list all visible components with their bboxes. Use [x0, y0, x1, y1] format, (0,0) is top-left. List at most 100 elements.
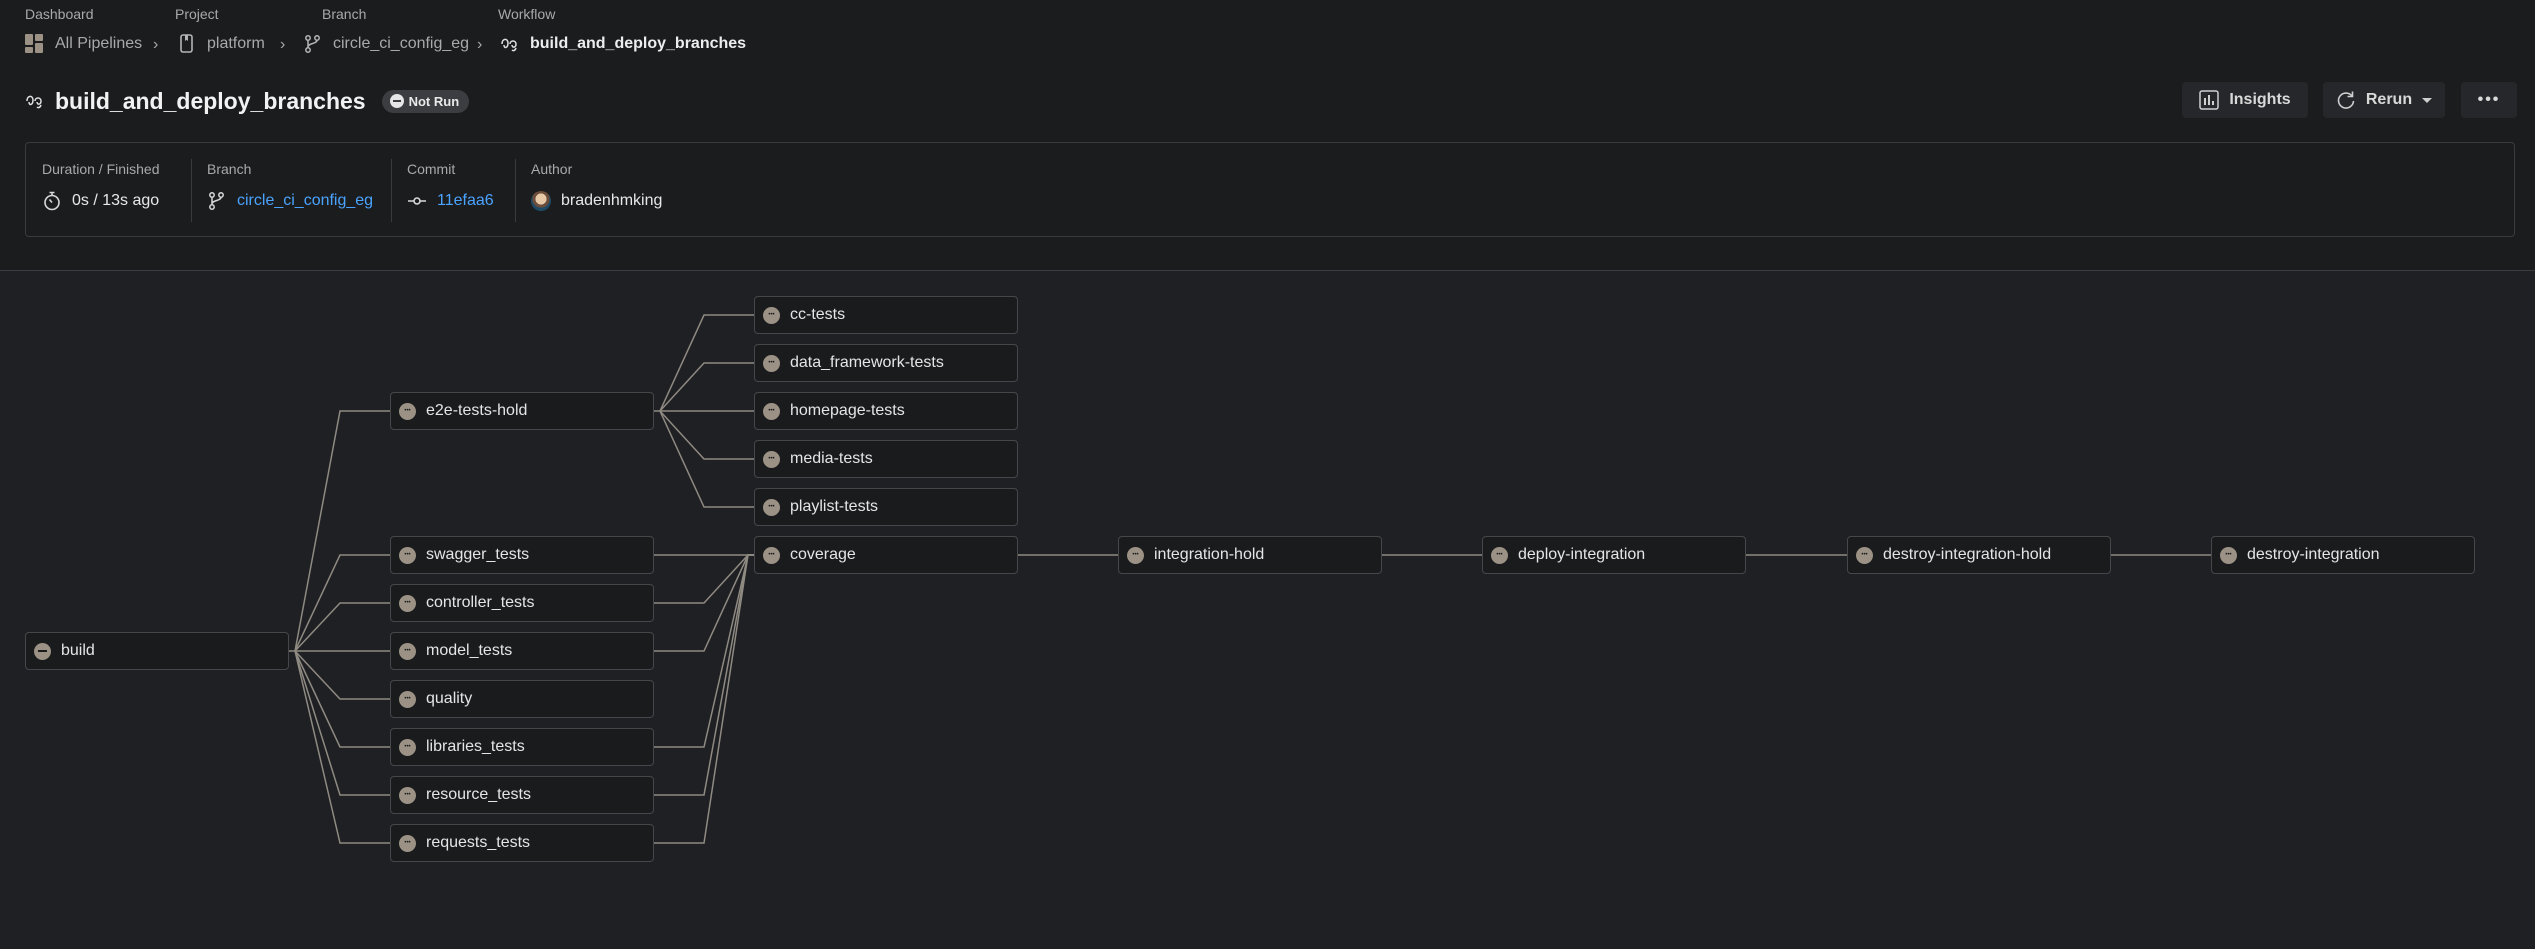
- job-node-cc[interactable]: cc-tests: [754, 296, 1018, 334]
- job-name: model_tests: [426, 642, 513, 659]
- blocked-status-icon: [763, 354, 780, 372]
- job-name: data_framework-tests: [790, 354, 944, 371]
- chevron-right-icon: ›: [477, 36, 483, 53]
- breadcrumb-branch[interactable]: circle_ci_config_eg: [303, 34, 469, 54]
- duration-value: 0s / 13s ago: [72, 192, 160, 209]
- branch-icon: [303, 34, 323, 54]
- job-node-destroyhold[interactable]: destroy-integration-hold: [1847, 536, 2111, 574]
- job-node-destroyint[interactable]: destroy-integration: [2211, 536, 2475, 574]
- divider: [515, 159, 516, 222]
- branch-icon: [207, 191, 227, 211]
- job-node-resource[interactable]: resource_tests: [390, 776, 654, 814]
- not-run-icon: [389, 94, 404, 108]
- job-node-dataframework[interactable]: data_framework-tests: [754, 344, 1018, 382]
- page-title: build_and_deploy_branches: [55, 87, 366, 114]
- duration-label: Duration / Finished: [42, 161, 160, 177]
- caret-down-icon: [2422, 97, 2433, 103]
- job-name: deploy-integration: [1518, 546, 1646, 563]
- breadcrumb-label-dashboard: Dashboard: [25, 6, 94, 22]
- insights-button[interactable]: Insights: [2182, 82, 2308, 118]
- workflow-info-panel: Duration / Finished 0s / 13s ago Branch …: [25, 142, 2515, 237]
- commit-label: Commit: [407, 161, 456, 177]
- blocked-status-icon: [763, 546, 780, 564]
- breadcrumb-label-project: Project: [175, 6, 219, 22]
- job-name: libraries_tests: [426, 738, 525, 755]
- job-name: resource_tests: [426, 786, 531, 803]
- blocked-status-icon: [399, 786, 416, 804]
- workflow-icon: [25, 91, 45, 111]
- blocked-status-icon: [399, 594, 416, 612]
- insights-button-label: Insights: [2229, 91, 2291, 108]
- blocked-status-icon: [763, 450, 780, 468]
- dashboard-grid-icon: [25, 34, 45, 54]
- blocked-status-icon: [2220, 546, 2237, 564]
- breadcrumb-workflow[interactable]: build_and_deploy_branches: [500, 34, 746, 54]
- rerun-button[interactable]: Rerun: [2323, 82, 2445, 118]
- more-options-button[interactable]: •••: [2461, 82, 2517, 118]
- duration-value-row: 0s / 13s ago: [42, 191, 159, 211]
- blocked-status-icon: [399, 690, 416, 708]
- breadcrumb-label-workflow: Workflow: [498, 6, 556, 22]
- stopwatch-icon: [42, 191, 62, 211]
- job-node-swagger[interactable]: swagger_tests: [390, 536, 654, 574]
- blocked-status-icon: [399, 642, 416, 660]
- project-bookmark-icon: [177, 34, 197, 54]
- breadcrumb-all-pipelines[interactable]: All Pipelines: [25, 34, 142, 54]
- job-name: destroy-integration: [2247, 546, 2380, 563]
- job-node-deployint[interactable]: deploy-integration: [1482, 536, 1746, 574]
- job-node-controller[interactable]: controller_tests: [390, 584, 654, 622]
- rerun-button-label: Rerun: [2365, 91, 2413, 108]
- job-name: build: [61, 642, 95, 659]
- status-badge-label: Not Run: [408, 93, 460, 109]
- breadcrumb-label-branch: Branch: [322, 6, 367, 22]
- job-node-model[interactable]: model_tests: [390, 632, 654, 670]
- status-badge: Not Run: [381, 89, 470, 113]
- chevron-right-icon: ›: [153, 36, 159, 53]
- blocked-status-icon: [1491, 546, 1508, 564]
- author-value-row: bradenhmking: [531, 191, 662, 211]
- breadcrumb-workflow-label: build_and_deploy_branches: [530, 35, 747, 52]
- job-node-homepage[interactable]: homepage-tests: [754, 392, 1018, 430]
- workflow-icon: [500, 34, 520, 54]
- job-node-media[interactable]: media-tests: [754, 440, 1018, 478]
- job-node-build[interactable]: build: [25, 632, 289, 670]
- bar-chart-icon: [2199, 90, 2220, 110]
- commit-link[interactable]: 11efaa6: [407, 191, 494, 211]
- blocked-status-icon: [399, 834, 416, 852]
- author-value: bradenhmking: [561, 192, 663, 209]
- branch-value: circle_ci_config_eg: [237, 192, 374, 209]
- blocked-status-icon: [763, 306, 780, 324]
- job-name: swagger_tests: [426, 546, 530, 563]
- breadcrumb-branch-label: circle_ci_config_eg: [333, 35, 470, 52]
- blocked-status-icon: [399, 546, 416, 564]
- job-name: media-tests: [790, 450, 873, 467]
- job-node-e2e[interactable]: e2e-tests-hold: [390, 392, 654, 430]
- commit-value: 11efaa6: [437, 192, 494, 209]
- refresh-icon: [2336, 90, 2356, 110]
- job-node-inthold[interactable]: integration-hold: [1118, 536, 1382, 574]
- breadcrumb-all-pipelines-label: All Pipelines: [55, 35, 143, 52]
- job-node-libraries[interactable]: libraries_tests: [390, 728, 654, 766]
- blocked-status-icon: [1856, 546, 1873, 564]
- not-run-icon: [34, 642, 51, 660]
- branch-label: Branch: [207, 161, 252, 177]
- blocked-status-icon: [763, 498, 780, 516]
- job-name: playlist-tests: [790, 498, 879, 515]
- job-node-requests[interactable]: requests_tests: [390, 824, 654, 862]
- breadcrumb-project[interactable]: platform: [177, 34, 265, 54]
- job-name: controller_tests: [426, 594, 535, 611]
- chevron-right-icon: ›: [280, 36, 286, 53]
- job-node-coverage[interactable]: coverage: [754, 536, 1018, 574]
- branch-link[interactable]: circle_ci_config_eg: [207, 191, 373, 211]
- page-title-row: build_and_deploy_branches Not Run: [25, 84, 470, 118]
- job-name: quality: [426, 690, 473, 707]
- blocked-status-icon: [399, 402, 416, 420]
- divider: [391, 159, 392, 222]
- job-name: homepage-tests: [790, 402, 905, 419]
- job-name: destroy-integration-hold: [1883, 546, 2052, 563]
- job-node-playlist[interactable]: playlist-tests: [754, 488, 1018, 526]
- workflow-graph: [0, 270, 2535, 949]
- job-node-quality[interactable]: quality: [390, 680, 654, 718]
- avatar: [531, 191, 551, 211]
- job-name: integration-hold: [1154, 546, 1265, 563]
